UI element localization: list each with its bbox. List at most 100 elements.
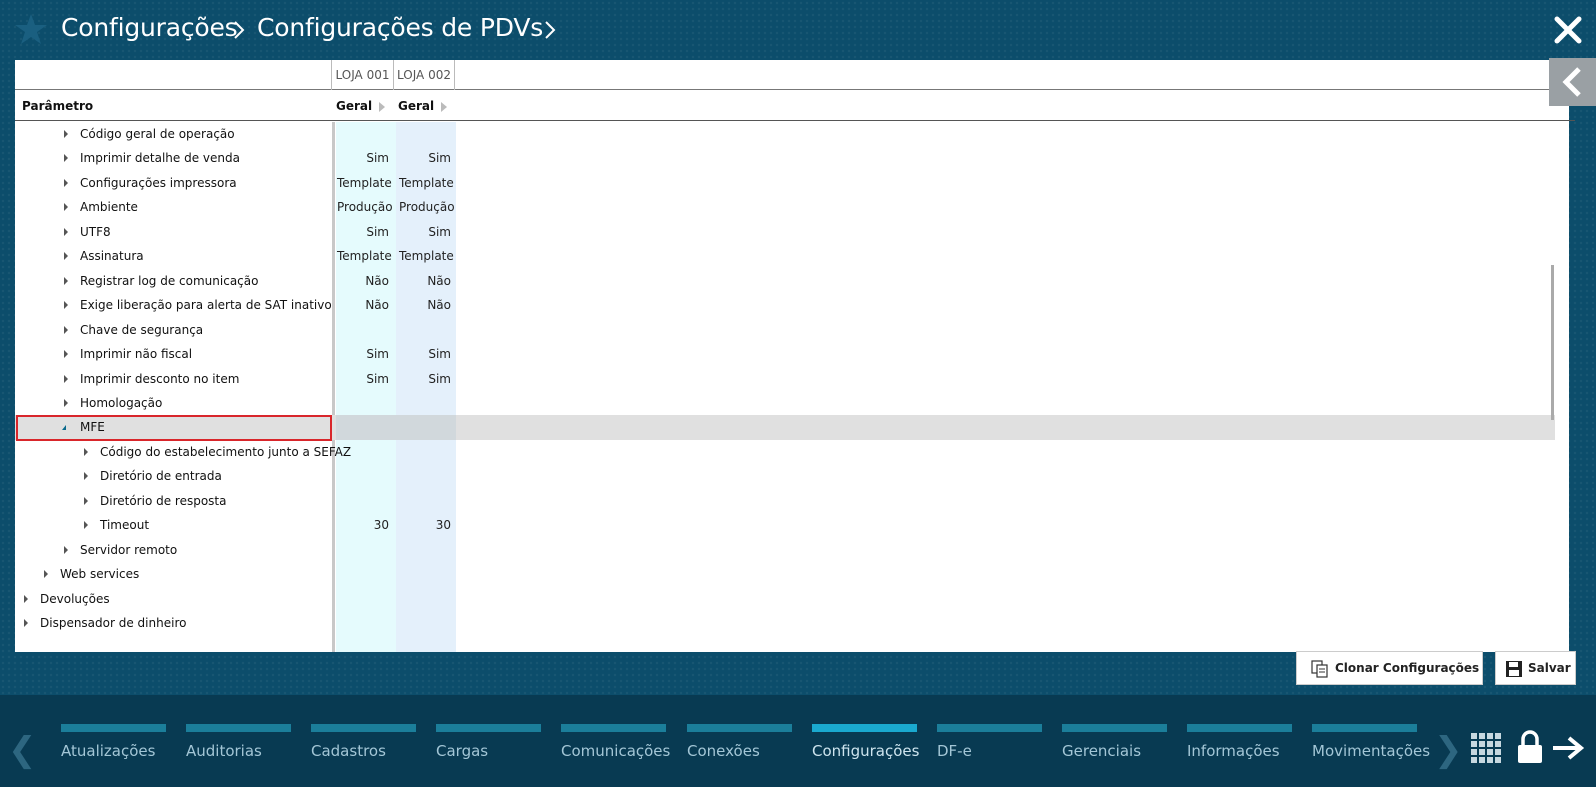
column-header-loja-001[interactable]: LOJA 001 xyxy=(331,60,393,90)
nav-item-bar xyxy=(937,724,1042,732)
cell-value-loja-002[interactable]: Produção xyxy=(399,200,455,214)
cell-value-loja-002[interactable]: Sim xyxy=(399,372,451,386)
cell-value-loja-001[interactable]: Não xyxy=(337,298,389,312)
tree-row-label: Web services xyxy=(60,567,140,581)
cell-value-loja-001[interactable]: 30 xyxy=(337,518,389,532)
tree-row[interactable]: Dispensador de dinheiro xyxy=(15,611,1555,636)
tree-row[interactable]: Código geral de operação xyxy=(15,122,1555,147)
side-panel-toggle[interactable] xyxy=(1549,58,1596,106)
expand-arrow-icon[interactable] xyxy=(24,595,28,603)
cell-value-loja-002[interactable]: Template xyxy=(399,176,454,190)
cell-value-loja-002[interactable]: Sim xyxy=(399,225,451,239)
lock-icon[interactable] xyxy=(1516,730,1544,764)
expand-arrow-icon[interactable] xyxy=(84,521,88,529)
cell-value-loja-002[interactable]: Sim xyxy=(399,347,451,361)
expand-arrow-icon[interactable] xyxy=(84,497,88,505)
nav-item-bar xyxy=(1312,724,1417,732)
expand-arrow-icon[interactable] xyxy=(44,570,48,578)
expand-arrow-icon[interactable] xyxy=(64,301,68,309)
tree-row[interactable]: Devoluções xyxy=(15,587,1555,612)
tree-row[interactable]: Configurações impressora Template Templa… xyxy=(15,171,1555,196)
tree-row[interactable]: Assinatura Template Template xyxy=(15,244,1555,269)
nav-item-bar xyxy=(561,724,666,732)
clone-settings-button[interactable]: Clonar Configurações xyxy=(1296,651,1483,685)
expand-arrow-icon[interactable] xyxy=(64,154,68,162)
cell-value-loja-001[interactable]: Template xyxy=(337,176,392,190)
grid-icon[interactable] xyxy=(1470,732,1502,764)
expand-arrow-icon[interactable] xyxy=(64,252,68,260)
save-button[interactable]: Salvar xyxy=(1495,651,1576,685)
cell-value-loja-001[interactable]: Sim xyxy=(337,347,389,361)
cell-value-loja-001[interactable]: Não xyxy=(337,274,389,288)
expand-arrow-icon[interactable] xyxy=(24,619,28,627)
nav-item-label: Comunicações xyxy=(561,742,671,760)
cell-value-loja-002[interactable]: Não xyxy=(399,298,451,312)
close-icon[interactable] xyxy=(1554,16,1582,44)
expand-arrow-icon[interactable] xyxy=(64,228,68,236)
expand-arrow-icon[interactable] xyxy=(64,546,68,554)
tree-row[interactable]: Servidor remoto xyxy=(15,538,1555,563)
tree-row[interactable]: Registrar log de comunicação Não Não xyxy=(15,269,1555,294)
arrow-right-icon[interactable] xyxy=(1551,735,1585,761)
nav-item-bar xyxy=(311,724,416,732)
nav-prev-icon[interactable]: ❮ xyxy=(8,730,37,770)
breadcrumb-root[interactable]: Configurações xyxy=(61,13,238,42)
tree-row[interactable]: Imprimir não fiscal Sim Sim xyxy=(15,342,1555,367)
cell-value-loja-001[interactable]: Sim xyxy=(337,372,389,386)
tree-row-label: Timeout xyxy=(100,518,150,532)
tree-row-label: Ambiente xyxy=(80,200,138,214)
expand-arrow-icon[interactable] xyxy=(64,375,68,383)
cell-value-loja-002[interactable]: Template xyxy=(399,249,454,263)
tree-row-label: Assinatura xyxy=(80,249,144,263)
chevron-right-icon xyxy=(234,21,245,39)
chevron-left-icon xyxy=(1562,67,1581,97)
tree-row[interactable]: UTF8 Sim Sim xyxy=(15,220,1555,245)
nav-item-bar xyxy=(1062,724,1167,732)
expand-group-icon[interactable] xyxy=(379,102,385,112)
tree-row[interactable]: Homologação xyxy=(15,391,1555,416)
tree-row-label: Registrar log de comunicação xyxy=(80,274,259,288)
star-icon[interactable] xyxy=(14,12,48,46)
nav-next-icon[interactable]: ❯ xyxy=(1434,730,1463,770)
cell-value-loja-002[interactable]: 30 xyxy=(399,518,451,532)
cell-value-loja-001[interactable]: Template xyxy=(337,249,392,263)
chevron-right-icon[interactable] xyxy=(543,19,557,41)
cell-value-loja-001[interactable]: Produção xyxy=(337,200,393,214)
cell-value-loja-001[interactable]: Sim xyxy=(337,225,389,239)
tree-row-label: Imprimir não fiscal xyxy=(80,347,193,361)
tree-row[interactable]: Ambiente Produção Produção xyxy=(15,195,1555,220)
tree-row[interactable]: Exige liberação para alerta de SAT inati… xyxy=(15,293,1555,318)
tree-row-label: Diretório de resposta xyxy=(100,494,227,508)
tree-row-label: Devoluções xyxy=(40,592,110,606)
expand-group-icon[interactable] xyxy=(441,102,447,112)
tree-row[interactable]: Web services xyxy=(15,562,1555,587)
expand-arrow-icon[interactable] xyxy=(64,130,68,138)
column-header-loja-002[interactable]: LOJA 002 xyxy=(393,60,455,90)
expand-arrow-icon[interactable] xyxy=(64,350,68,358)
vertical-scrollbar[interactable] xyxy=(1551,265,1554,420)
cell-value-loja-001[interactable]: Sim xyxy=(337,151,389,165)
nav-item-bar xyxy=(61,724,166,732)
tree-row[interactable]: Diretório de entrada xyxy=(15,464,1555,489)
clone-icon xyxy=(1311,660,1328,678)
tree-row[interactable]: Timeout 30 30 xyxy=(15,513,1555,538)
expand-arrow-icon[interactable] xyxy=(64,326,68,334)
tree-row[interactable]: Imprimir desconto no item Sim Sim xyxy=(15,367,1555,392)
cell-value-loja-002[interactable]: Não xyxy=(399,274,451,288)
tree-row[interactable]: Chave de segurança xyxy=(15,318,1555,343)
tree-row[interactable]: Imprimir detalhe de venda Sim Sim xyxy=(15,146,1555,171)
expand-arrow-icon[interactable] xyxy=(64,277,68,285)
nav-item-label: DF-e xyxy=(937,742,972,760)
selected-cells xyxy=(336,415,456,440)
save-label: Salvar xyxy=(1528,661,1571,675)
selection-outline xyxy=(16,415,332,441)
tree-row-selected[interactable]: MFE xyxy=(15,415,1555,441)
cell-value-loja-002[interactable]: Sim xyxy=(399,151,451,165)
tree-row[interactable]: Diretório de resposta xyxy=(15,489,1555,514)
expand-arrow-icon[interactable] xyxy=(84,448,88,456)
expand-arrow-icon[interactable] xyxy=(64,399,68,407)
expand-arrow-icon[interactable] xyxy=(64,179,68,187)
expand-arrow-icon[interactable] xyxy=(84,472,88,480)
tree-row[interactable]: Código do estabelecimento junto a SEFAZ xyxy=(15,440,1555,465)
expand-arrow-icon[interactable] xyxy=(64,203,68,211)
